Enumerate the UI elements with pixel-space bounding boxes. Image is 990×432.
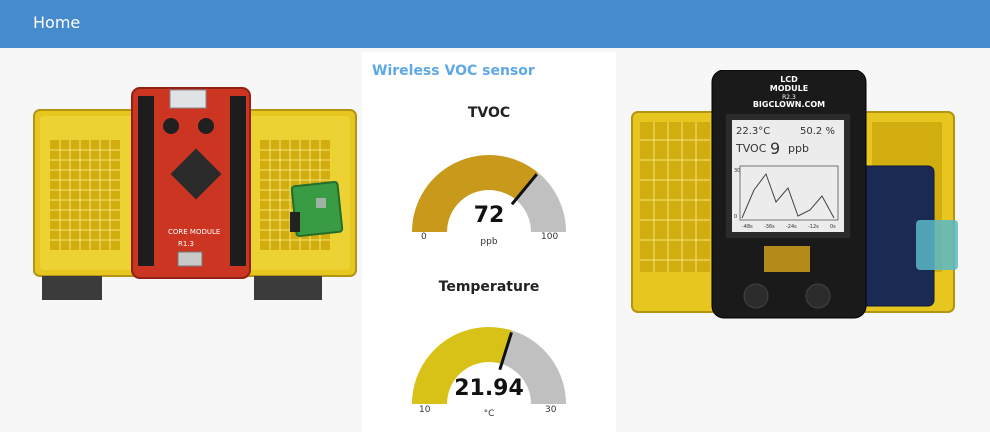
tvoc-gauge-label: TVOC [467,105,511,121]
core-module-label: CORE MODULE [168,228,220,236]
tvoc-gauge-value: 72 [473,203,505,228]
page-title[interactable]: Home [33,13,80,32]
lcd-axis-2: -24s [786,224,797,230]
tvoc-gauge-max: 100 [541,232,559,242]
lcd-y-min: 0 [734,214,737,220]
temperature-gauge-value: 21.94 [454,376,524,401]
voc-tag-board [290,181,344,237]
lcd-header-1: LCD [780,75,798,84]
top-bar: Home [0,0,990,48]
lcd-y-max: 30 [734,168,740,174]
lcd-module-board: LCD MODULE R2.3 BIGCLOWN.COM 22.3°C 50.2… [711,70,867,319]
lcd-humidity: 50.2 % [800,126,835,137]
core-module-rev: R1.3 [178,240,194,248]
core-module-photo: CORE MODULE R1.3 [33,87,357,300]
tvoc-gauge-unit: ppb [480,237,498,247]
card-title: Wireless VOC sensor [372,63,535,79]
lcd-tvoc-value: 9 [770,139,780,158]
lcd-tvoc-label: TVOC [735,142,767,155]
lcd-module-photo: LCD MODULE R2.3 BIGCLOWN.COM 22.3°C 50.2… [631,70,958,319]
temperature-gauge-max: 30 [545,405,557,415]
voc-sensor-card: Wireless VOC sensor TVOC 72 ppb 0 100 Te… [362,52,616,432]
core-module-board: CORE MODULE R1.3 [131,87,251,279]
temperature-gauge-unit: °C [483,409,495,419]
lcd-header-4: BIGCLOWN.COM [753,100,825,109]
lcd-axis-1: -36s [764,224,775,230]
lcd-axis-0: -48s [742,224,753,230]
lcd-temp: 22.3°C [736,126,770,137]
lcd-tvoc-unit: ppb [788,142,809,155]
temperature-gauge-min: 10 [419,405,431,415]
tvoc-gauge-min: 0 [421,232,427,242]
temperature-gauge-label: Temperature [438,279,540,295]
lcd-header-2: MODULE [770,84,808,93]
lcd-axis-3: -12s [808,224,819,230]
lcd-axis-4: 0s [830,224,836,230]
